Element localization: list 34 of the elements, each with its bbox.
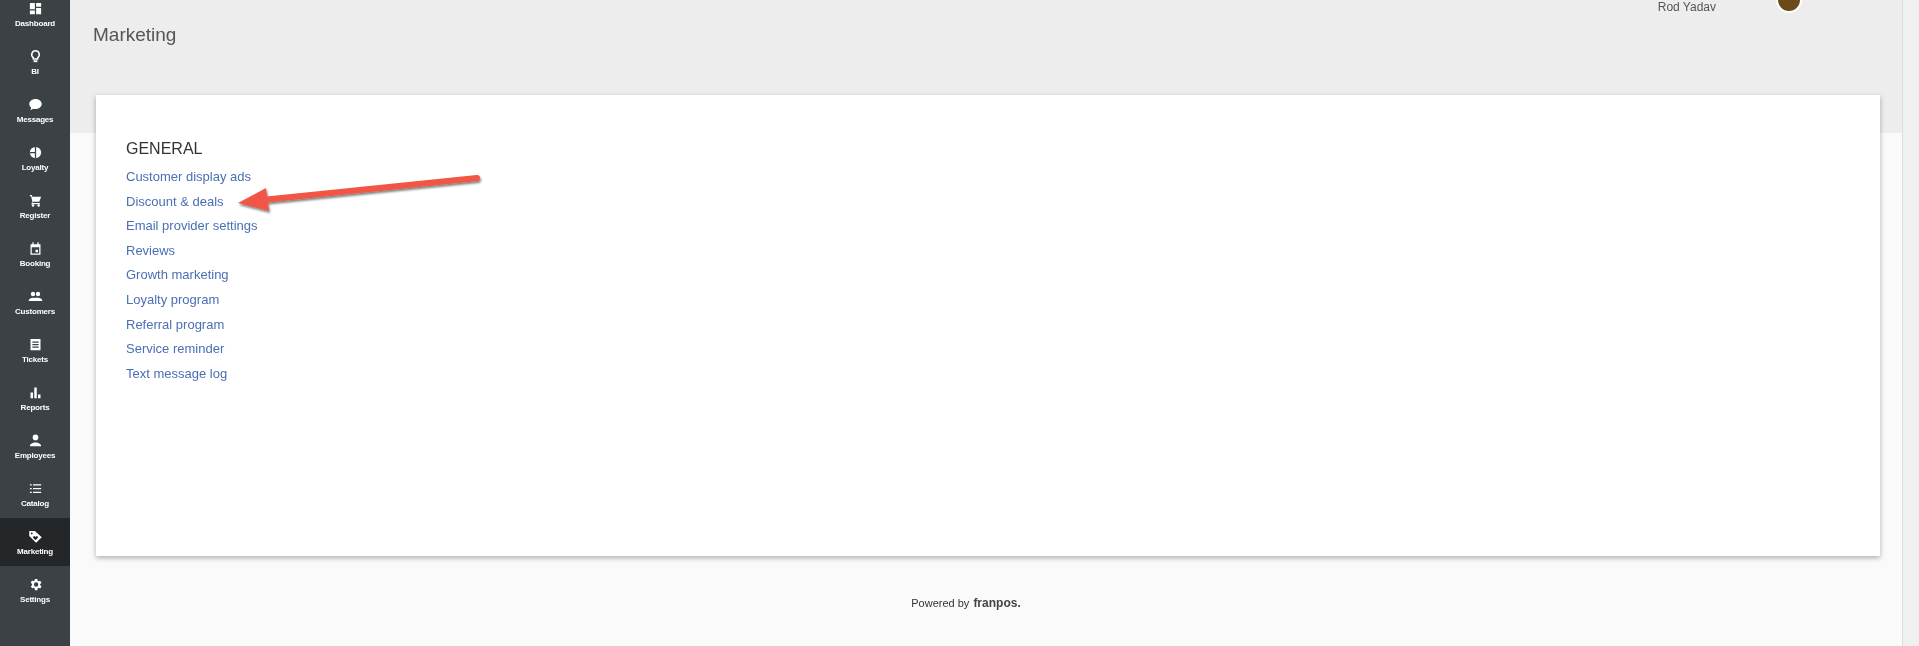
sidebar-item[interactable]: Tickets: [0, 326, 70, 374]
sidebar-item[interactable]: Employees: [0, 422, 70, 470]
settings-link[interactable]: Service reminder: [126, 337, 225, 362]
sidebar-item[interactable]: Settings: [0, 566, 70, 614]
settings-link[interactable]: Referral program: [126, 312, 225, 338]
sidebar-item[interactable]: Marketing: [0, 518, 70, 566]
sidebar-item[interactable]: Loyalty: [0, 134, 70, 182]
page-title: Marketing: [93, 24, 177, 46]
tag-icon: [27, 528, 43, 544]
sidebar-item[interactable]: Dashboard: [0, 0, 70, 38]
brand-logo: franpos.: [973, 596, 1021, 610]
circle-icon: [27, 144, 43, 160]
scrollbar[interactable]: [1902, 0, 1919, 646]
cart-icon: [27, 192, 43, 208]
sidebar-item[interactable]: BI: [0, 38, 70, 86]
settings-link[interactable]: Discount & deals: [126, 189, 224, 215]
sidebar-item[interactable]: Customers: [0, 278, 70, 326]
person-icon: [27, 432, 43, 448]
section-heading: GENERAL: [126, 140, 203, 158]
settings-link[interactable]: Loyalty program: [126, 287, 220, 313]
settings-link[interactable]: Reviews: [126, 238, 176, 264]
footer-text: Powered by: [911, 597, 970, 609]
settings-link[interactable]: Email provider settings: [126, 214, 258, 239]
settings-link[interactable]: Growth marketing: [126, 263, 229, 288]
user-name[interactable]: Rod Yadav: [1657, 0, 1716, 14]
speech-bubble-icon: [27, 96, 43, 112]
dashboard-icon: [27, 0, 43, 16]
sidebar-item[interactable]: Reports: [0, 374, 70, 422]
sidebar-item[interactable]: Register: [0, 182, 70, 230]
sidebar-item[interactable]: Booking: [0, 230, 70, 278]
sidebar-item[interactable]: Catalog: [0, 470, 70, 518]
settings-link[interactable]: Customer display ads: [126, 165, 251, 190]
settings-link[interactable]: Text message log: [126, 361, 228, 387]
sidebar-item[interactable]: Messages: [0, 86, 70, 134]
